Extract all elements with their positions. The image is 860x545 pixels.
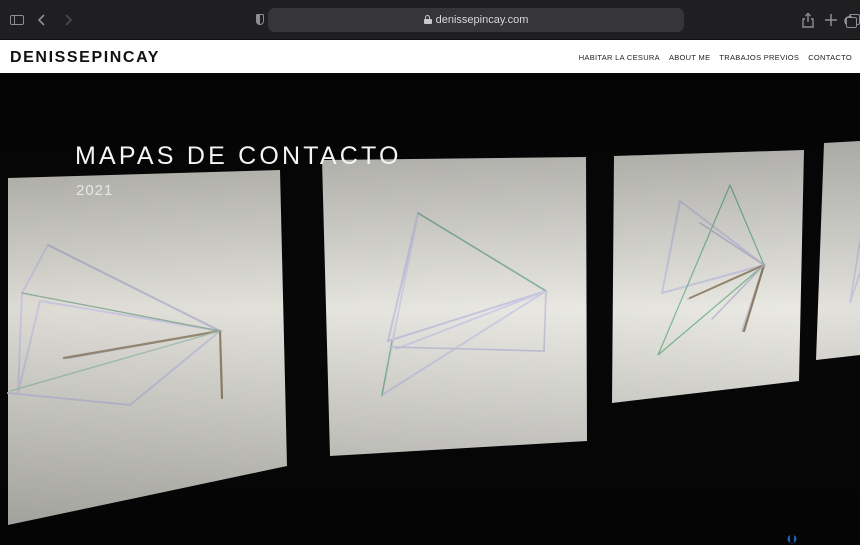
chevron-right-icon — [65, 14, 73, 26]
address-field[interactable]: denissepincay.com — [268, 8, 684, 32]
plus-icon — [825, 14, 837, 26]
site-logo[interactable]: DENISSEPINCAY — [10, 49, 160, 67]
back-button[interactable] — [34, 12, 50, 28]
address-bar[interactable]: denissepincay.com — [268, 8, 854, 32]
site-header: DENISSEPINCAY HABITAR LA CESURA ABOUT ME… — [0, 40, 860, 73]
chevron-left-icon — [37, 14, 45, 26]
hero-title: MAPAS DE CONTACTO — [75, 142, 402, 170]
scroll-indicator-icon[interactable] — [786, 532, 798, 544]
tabs-icon[interactable] — [846, 12, 860, 28]
lock-icon — [423, 15, 432, 24]
browser-toolbar: denissepincay.com — [0, 0, 860, 40]
sidebar-icon[interactable] — [9, 12, 25, 28]
shield-icon[interactable] — [252, 12, 268, 28]
nav-link-about-me[interactable]: ABOUT ME — [669, 52, 710, 64]
url-text: denissepincay.com — [435, 14, 529, 26]
share-button[interactable] — [800, 12, 816, 28]
main-nav: HABITAR LA CESURA ABOUT ME TRABAJOS PREV… — [570, 52, 852, 64]
nav-link-trabajos-previos[interactable]: TRABAJOS PREVIOS — [719, 52, 799, 64]
hero-year: 2021 — [76, 182, 114, 199]
new-tab-button[interactable] — [823, 12, 839, 28]
nav-link-contacto[interactable]: CONTACTO — [808, 52, 852, 64]
forward-button[interactable] — [60, 12, 76, 28]
share-icon — [802, 12, 814, 28]
nav-link-habitar-la-cesura[interactable]: HABITAR LA CESURA — [579, 52, 660, 64]
hero-section: MAPAS DE CONTACTO 2021 — [0, 73, 860, 545]
